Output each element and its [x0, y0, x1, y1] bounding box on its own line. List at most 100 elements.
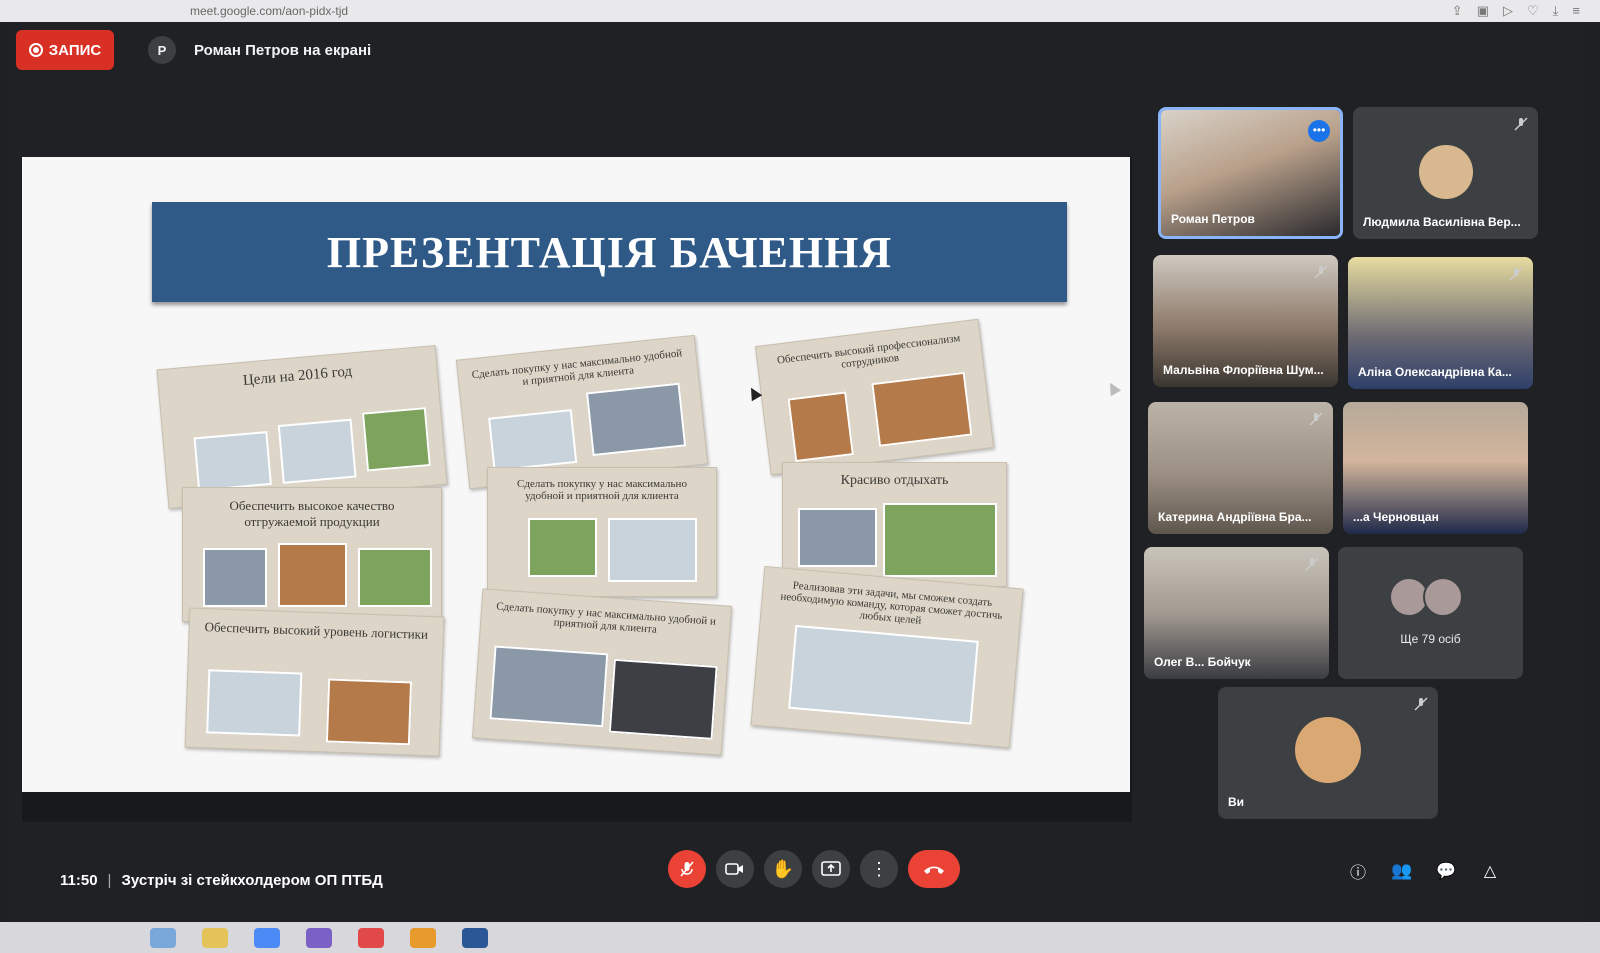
card-image: [787, 391, 854, 463]
leave-call-button[interactable]: [908, 850, 960, 888]
slide-card: Обеспечить высокий профессионализм сотру…: [754, 318, 995, 476]
hand-icon: ✋: [771, 858, 795, 879]
card-image: [585, 382, 687, 457]
shared-slide: ПРЕЗЕНТАЦІЯ БАЧЕННЯ Цели на 2016 год Обе…: [22, 157, 1130, 792]
mouse-cursor-icon: [1104, 379, 1122, 397]
card-title: Красиво отдыхать: [840, 473, 949, 488]
viber-icon[interactable]: [306, 927, 332, 948]
presentation-stage: ПРЕЗЕНТАЦІЯ БАЧЕННЯ Цели на 2016 год Обе…: [22, 157, 1132, 822]
card-image: [361, 407, 431, 472]
card-image: [489, 645, 609, 728]
participant-tile[interactable]: Мальвіна Флоріївна Шум...: [1153, 255, 1338, 387]
play-icon[interactable]: ▷: [1503, 3, 1513, 19]
card-image: [528, 518, 597, 577]
presenter-avatar: Р: [148, 36, 176, 64]
participant-tile[interactable]: ••• Роман Петров: [1158, 107, 1343, 239]
meeting-separator: |: [107, 872, 112, 889]
mic-off-icon: [1509, 267, 1523, 281]
side-tools: ⓘ 👥 💬 △: [1347, 860, 1501, 882]
browser-url[interactable]: meet.google.com/aon-pidx-tjd: [190, 4, 348, 18]
hang-up-icon: [924, 866, 944, 874]
camera-button[interactable]: [716, 850, 754, 888]
info-button[interactable]: ⓘ: [1347, 860, 1369, 882]
word-icon[interactable]: [462, 927, 488, 948]
people-icon: 👥: [1391, 861, 1413, 880]
participant-name: Мальвіна Флоріївна Шум...: [1163, 363, 1324, 377]
opera-icon[interactable]: [358, 927, 384, 948]
more-participants-avatars: [1388, 577, 1463, 617]
menu-icon[interactable]: ≡: [1572, 3, 1580, 19]
card-image: [883, 503, 997, 577]
present-button[interactable]: [812, 850, 850, 888]
download-icon[interactable]: ⤓: [1553, 3, 1559, 19]
participant-avatar: [1295, 717, 1361, 783]
participant-tile[interactable]: Катерина Андріївна Бра...: [1148, 402, 1333, 534]
more-options-button[interactable]: ⋮: [860, 850, 898, 888]
card-title: Сделать покупку у нас максимально удобно…: [517, 478, 687, 502]
card-image: [277, 418, 357, 484]
slide-card: Красиво отдыхать: [782, 462, 1007, 587]
chrome-icon[interactable]: [254, 927, 280, 948]
top-bar: ЗАПИС Р Роман Петров на екрані: [8, 22, 1586, 82]
participant-tile[interactable]: Людмила Василівна Вер...: [1353, 107, 1538, 239]
card-image: [798, 508, 877, 567]
browser-tools: ⇪ ▣ ▷ ♡ ⤓ ≡: [1452, 3, 1580, 19]
people-button[interactable]: 👥: [1391, 860, 1413, 882]
participant-name: Роман Петров: [1171, 212, 1255, 226]
more-participants-count: Ще 79 осіб: [1400, 632, 1461, 646]
folder-icon[interactable]: [202, 927, 228, 948]
record-icon: [28, 43, 43, 57]
microphone-button[interactable]: [668, 850, 706, 888]
mic-off-icon: [1514, 117, 1528, 131]
mic-off-icon: [1309, 412, 1323, 426]
participant-name: Катерина Андріївна Бра...: [1158, 510, 1312, 524]
taskbar-app-icon[interactable]: [410, 927, 436, 948]
meeting-time: 11:50: [60, 872, 98, 889]
more-vert-icon: ⋮: [870, 859, 888, 879]
os-taskbar: [0, 922, 1600, 953]
participant-name: ...а Черновцан: [1353, 510, 1439, 524]
participant-name: Людмила Василівна Вер...: [1363, 215, 1521, 229]
meeting-title: Зустріч зі стейкхолдером ОП ПТБД: [121, 872, 383, 889]
recording-button[interactable]: ЗАПИС: [16, 30, 114, 70]
taskbar-app-icon[interactable]: [150, 927, 176, 948]
raise-hand-button[interactable]: ✋: [764, 850, 802, 888]
slide-card: Реализовав эти задачи, мы сможем создать…: [750, 565, 1024, 749]
slide-card: Обеспечить высокое качество отгружаемой …: [182, 487, 442, 622]
card-image: [358, 548, 432, 607]
activities-icon: △: [1483, 863, 1497, 880]
card-image: [193, 431, 272, 492]
card-image: [871, 371, 973, 447]
card-image: [608, 658, 718, 740]
participant-avatar: [1422, 577, 1463, 617]
participant-name: Олег В... Бойчук: [1154, 655, 1251, 669]
more-participants-tile[interactable]: Ще 79 осіб: [1338, 547, 1523, 679]
share-icon[interactable]: ⇪: [1452, 3, 1463, 19]
info-icon: ⓘ: [1349, 865, 1366, 882]
bottom-bar: 11:50 | Зустріч зі стейкхолдером ОП ПТБД…: [8, 842, 1586, 922]
browser-strip: meet.google.com/aon-pidx-tjd ⇪ ▣ ▷ ♡ ⤓ ≡: [0, 0, 1600, 22]
more-options-icon[interactable]: •••: [1308, 120, 1330, 142]
card-title: Обеспечить высокий профессионализм сотру…: [776, 332, 961, 371]
participant-tile[interactable]: ...а Черновцан: [1343, 402, 1528, 534]
card-title: Сделать покупку у нас максимально удобно…: [495, 600, 717, 636]
activities-button[interactable]: △: [1479, 860, 1501, 882]
card-image: [488, 409, 578, 472]
presenter-text: Роман Петров на екрані: [194, 41, 372, 59]
mic-off-icon: [1414, 697, 1428, 711]
meeting-info: 11:50 | Зустріч зі стейкхолдером ОП ПТБД: [60, 872, 383, 889]
participant-name: Аліна Олександрівна Ка...: [1358, 365, 1512, 379]
mic-off-icon: [1314, 265, 1328, 279]
card-title: Обеспечить высокий уровень логистики: [204, 619, 429, 642]
participant-tile[interactable]: Олег В... Бойчук: [1144, 547, 1329, 679]
chat-button[interactable]: 💬: [1435, 860, 1457, 882]
card-title: Обеспечить высокое качество отгружаемой …: [229, 498, 395, 529]
self-tile[interactable]: Ви: [1218, 687, 1438, 819]
slide-card: Сделать покупку у нас максимально удобно…: [472, 588, 732, 756]
heart-icon[interactable]: ♡: [1527, 3, 1539, 19]
participant-tile[interactable]: Аліна Олександрівна Ка...: [1348, 257, 1533, 389]
card-image: [206, 669, 303, 737]
slide-card: Обеспечить высокий уровень логистики: [184, 607, 445, 757]
meet-window: ЗАПИС Р Роман Петров на екрані ПРЕЗЕНТАЦ…: [8, 22, 1586, 922]
camera-icon[interactable]: ▣: [1477, 3, 1489, 19]
